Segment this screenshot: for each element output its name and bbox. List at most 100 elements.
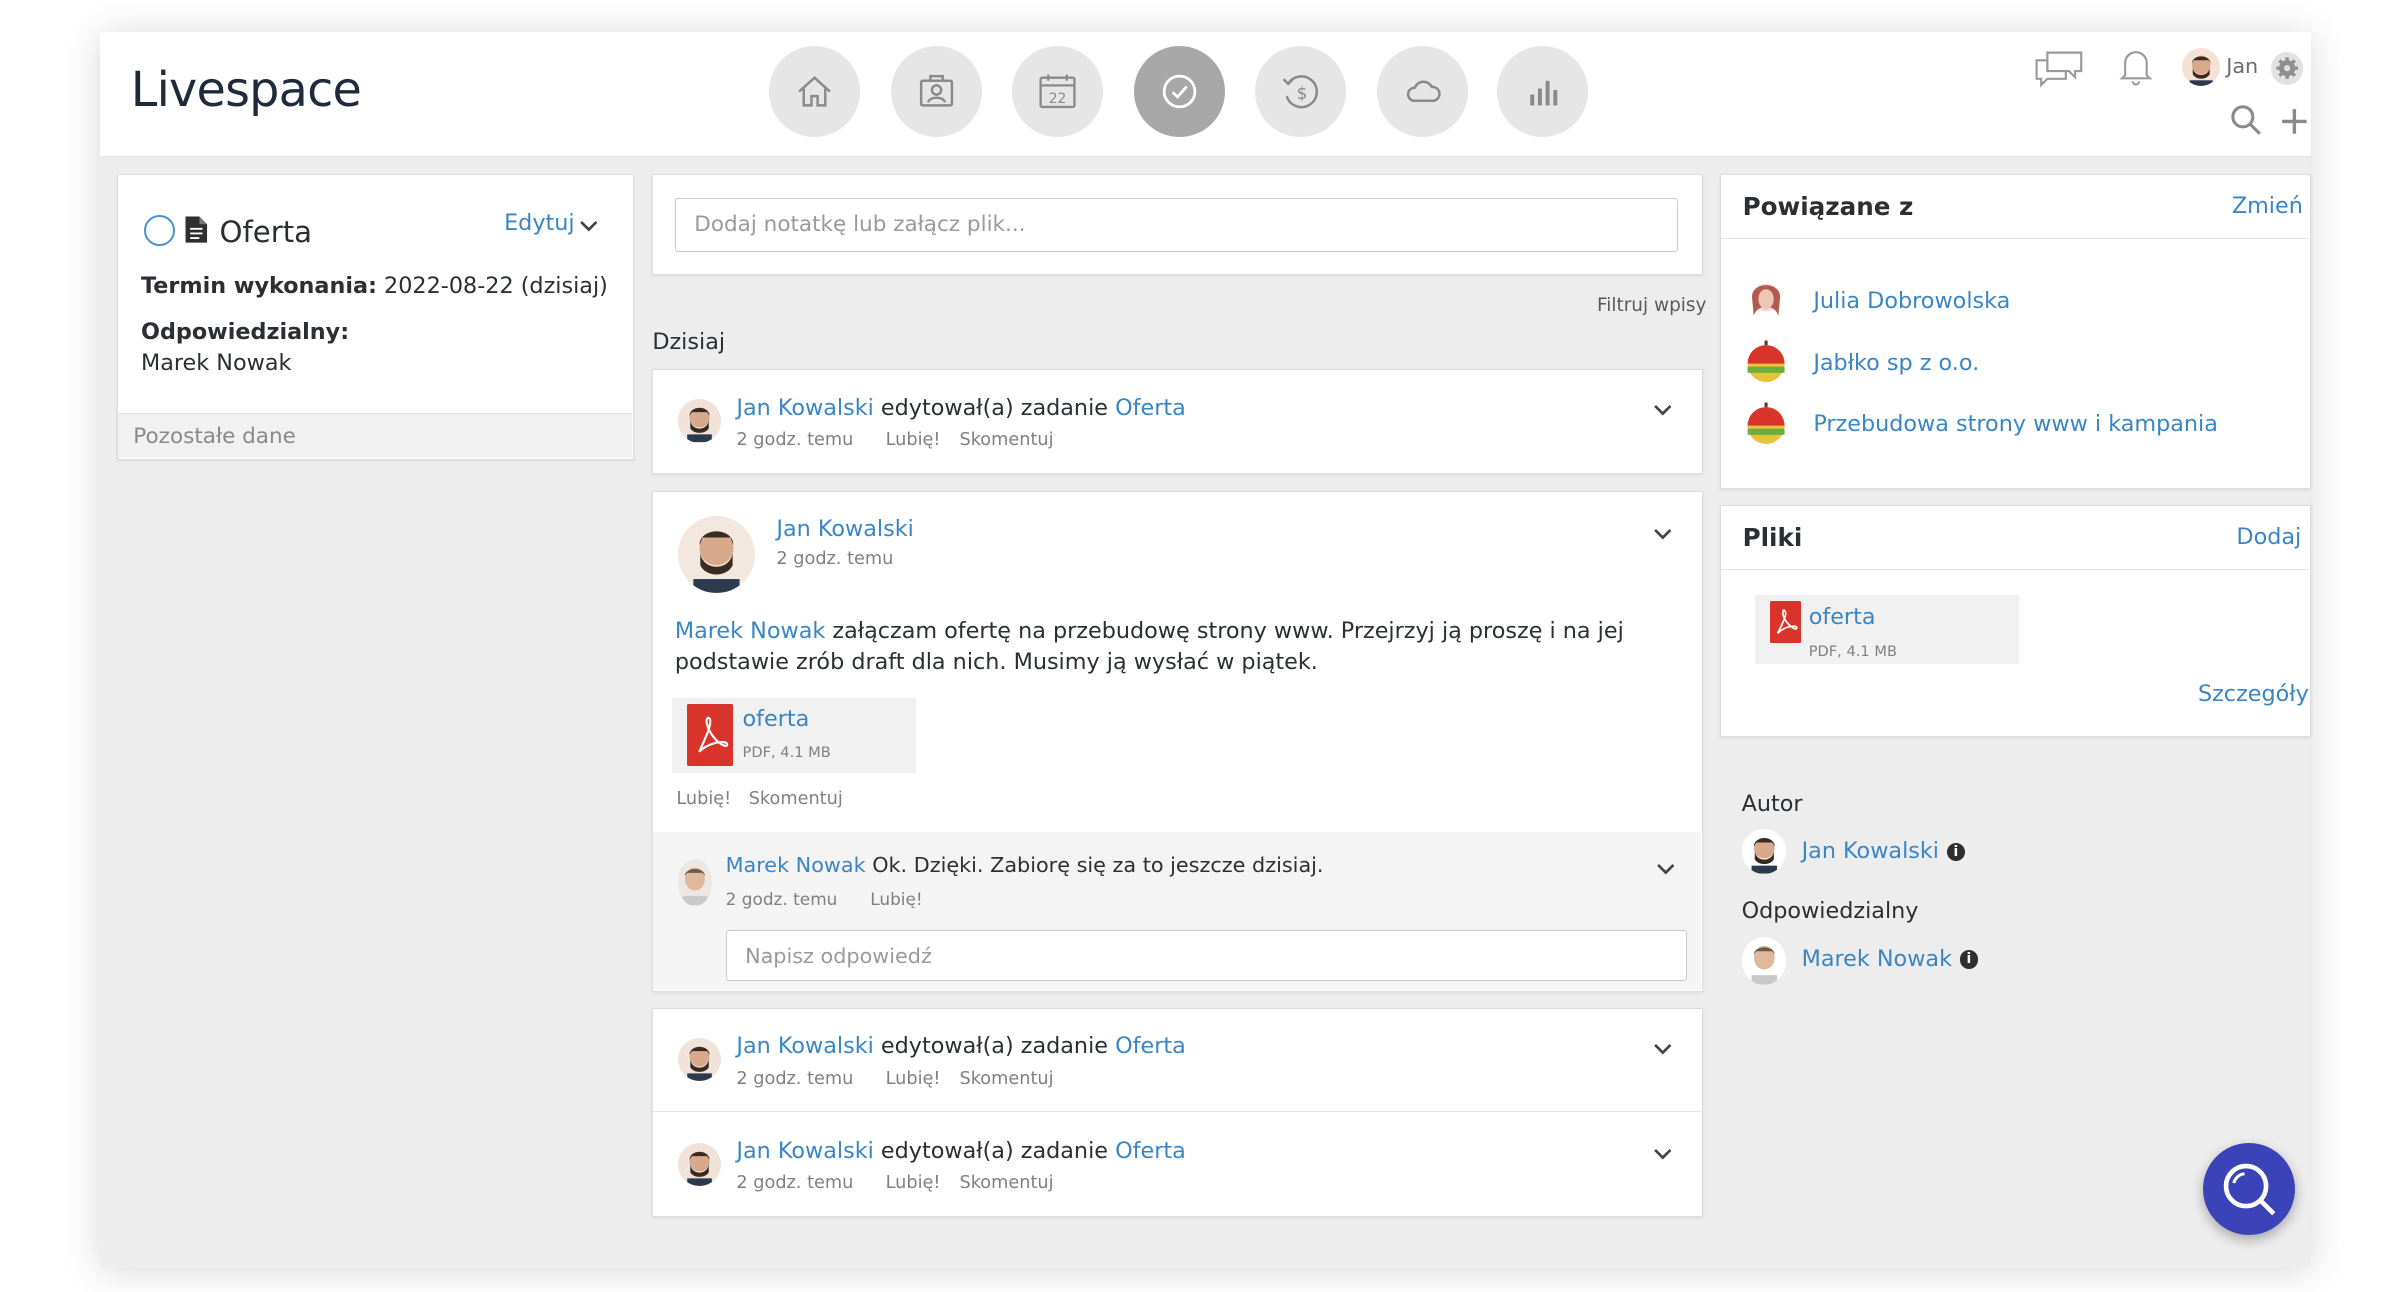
nav-contacts-button[interactable]: [890, 46, 982, 137]
search-fab-button[interactable]: [2203, 1143, 2296, 1236]
related-item-label[interactable]: Przebudowa strony www i kampania: [1813, 411, 2218, 437]
nav-tasks-button[interactable]: [1133, 46, 1225, 137]
deals-icon: $: [1282, 75, 1319, 109]
reply-like-button[interactable]: Lubię!: [870, 889, 922, 909]
file-details-link[interactable]: Szczegóły: [2198, 681, 2309, 707]
entry-text: Jan Kowalski edytował(a) zadanie Oferta: [736, 395, 1185, 421]
task-title: Oferta: [219, 214, 313, 249]
like-button[interactable]: Lubię!: [676, 789, 731, 809]
like-button[interactable]: Lubię!: [886, 1069, 941, 1089]
responsible-label: Odpowiedzialny:: [140, 319, 350, 346]
feed-post: Jan Kowalski 2 godz. temu Marek Nowak za…: [652, 490, 1704, 993]
post-time: 2 godz. temu: [776, 548, 894, 569]
like-button[interactable]: Lubię!: [886, 1173, 941, 1193]
divider: [1721, 568, 2309, 571]
chevron-down-icon[interactable]: [578, 215, 600, 237]
add-icon[interactable]: [2279, 106, 2310, 137]
nav-calendar-button[interactable]: 22: [1012, 46, 1104, 137]
chevron-down-icon[interactable]: [1652, 1038, 1674, 1060]
svg-text:$: $: [1297, 83, 1308, 103]
pdf-icon: [687, 704, 734, 766]
chevron-down-icon[interactable]: [1652, 1143, 1674, 1165]
comment-button[interactable]: Skomentuj: [959, 1069, 1053, 1089]
bell-icon[interactable]: [2118, 46, 2153, 86]
livespace-logo[interactable]: Livespace: [131, 63, 362, 118]
add-file-button[interactable]: Dodaj: [2236, 524, 2301, 550]
reply-section: Marek Nowak Ok. Dzięki. Zabiorę się za t…: [653, 831, 1702, 991]
reports-icon: [1530, 80, 1558, 106]
nav-deals-button[interactable]: $: [1255, 46, 1347, 137]
reply-input[interactable]: Napisz odpowiedź: [725, 930, 1688, 981]
entry-action: edytował(a) zadanie: [873, 1033, 1116, 1060]
related-item-label[interactable]: Jabłko sp z o.o.: [1813, 350, 1979, 376]
nav-reports-button[interactable]: [1496, 46, 1588, 137]
document-icon: [185, 216, 208, 243]
mention-link[interactable]: Marek Nowak: [675, 618, 825, 644]
attachment[interactable]: oferta PDF, 4.1 MB: [671, 697, 917, 774]
file-item[interactable]: oferta PDF, 4.1 MB: [1754, 594, 2020, 665]
author-row: Jan Kowalski i: [1802, 838, 1966, 864]
more-data-label[interactable]: Pozostałe dane: [133, 424, 296, 449]
task-complete-checkbox[interactable]: [144, 214, 175, 246]
reply-body: Ok. Dzięki. Zabiorę się za to jeszcze dz…: [865, 853, 1324, 878]
user-link[interactable]: Jan Kowalski: [736, 1033, 873, 1059]
entry-action: edytował(a) zadanie: [873, 1137, 1116, 1164]
files-title: Pliki: [1742, 522, 1803, 552]
more-data-bar[interactable]: Pozostałe dane: [117, 413, 632, 458]
reply-time: 2 godz. temu: [725, 888, 838, 909]
search-icon[interactable]: [2229, 103, 2263, 137]
like-button[interactable]: Lubię!: [886, 430, 941, 450]
note-input[interactable]: Dodaj notatkę lub załącz plik...: [674, 197, 1678, 252]
related-item-label[interactable]: Julia Dobrowolska: [1813, 288, 2010, 314]
post-author-link[interactable]: Jan Kowalski: [776, 516, 913, 542]
responsible-link[interactable]: Marek Nowak: [1802, 946, 1952, 972]
info-icon[interactable]: i: [1946, 842, 1966, 862]
file-meta: PDF, 4.1 MB: [1808, 642, 1897, 660]
change-related-button[interactable]: Zmień: [2232, 193, 2303, 219]
object-link[interactable]: Oferta: [1115, 395, 1186, 421]
entry-time: 2 godz. temu: [736, 1173, 854, 1194]
related-title: Powiązane z: [1742, 191, 1914, 221]
reply-author-link[interactable]: Marek Nowak: [726, 853, 866, 877]
files-card: Pliki Dodaj oferta PDF, 4.1 MB Szczegóły: [1720, 504, 2311, 737]
user-name[interactable]: Jan: [2226, 54, 2258, 78]
related-item[interactable]: Przebudowa strony www i kampania: [1743, 401, 2218, 447]
contacts-icon: [919, 74, 953, 107]
app-window: Livespace 22 $ Jan Oferta Edytuj Termin …: [100, 32, 2311, 1268]
object-link[interactable]: Oferta: [1115, 1138, 1186, 1164]
edit-button[interactable]: Edytuj: [504, 210, 575, 236]
nav-cloud-button[interactable]: [1376, 46, 1468, 137]
nav-home-button[interactable]: [769, 46, 860, 137]
filter-entries-link[interactable]: Filtruj wpisy: [1597, 295, 1707, 316]
chevron-down-icon[interactable]: [1655, 858, 1677, 880]
deal-icon: [1747, 402, 1785, 445]
user-link[interactable]: Jan Kowalski: [736, 1138, 873, 1164]
feed-entry: Jan Kowalski edytował(a) zadanie Oferta …: [653, 1009, 1702, 1112]
related-item[interactable]: Julia Dobrowolska: [1743, 276, 2010, 325]
comment-button[interactable]: Skomentuj: [959, 430, 1053, 450]
cloud-icon: [1406, 80, 1441, 102]
file-name[interactable]: oferta: [1809, 604, 1876, 630]
chevron-down-icon[interactable]: [1652, 523, 1674, 545]
messages-icon[interactable]: [2032, 48, 2086, 88]
day-label: Dzisiaj: [652, 329, 726, 356]
avatar: [677, 859, 712, 906]
entry-text: Jan Kowalski edytował(a) zadanie Oferta: [736, 1033, 1185, 1059]
entry-time: 2 godz. temu: [736, 430, 854, 451]
attachment-meta: PDF, 4.1 MB: [742, 744, 831, 762]
attachment-name[interactable]: oferta: [743, 706, 810, 732]
tasks-icon: [1162, 74, 1196, 109]
settings-button[interactable]: [2270, 52, 2304, 85]
comment-button[interactable]: Skomentuj: [959, 1173, 1053, 1193]
object-link[interactable]: Oferta: [1115, 1033, 1186, 1059]
user-link[interactable]: Jan Kowalski: [736, 395, 873, 421]
chevron-down-icon[interactable]: [1652, 399, 1674, 421]
related-item[interactable]: Jabłko sp z o.o.: [1743, 339, 1979, 385]
comment-button[interactable]: Skomentuj: [749, 789, 843, 809]
info-icon[interactable]: i: [1959, 950, 1979, 969]
user-avatar[interactable]: [2181, 47, 2221, 87]
entry-text: Jan Kowalski edytował(a) zadanie Oferta: [736, 1138, 1185, 1164]
divider: [1721, 237, 2309, 240]
entry-action: edytował(a) zadanie: [873, 394, 1116, 421]
author-link[interactable]: Jan Kowalski: [1802, 838, 1939, 864]
